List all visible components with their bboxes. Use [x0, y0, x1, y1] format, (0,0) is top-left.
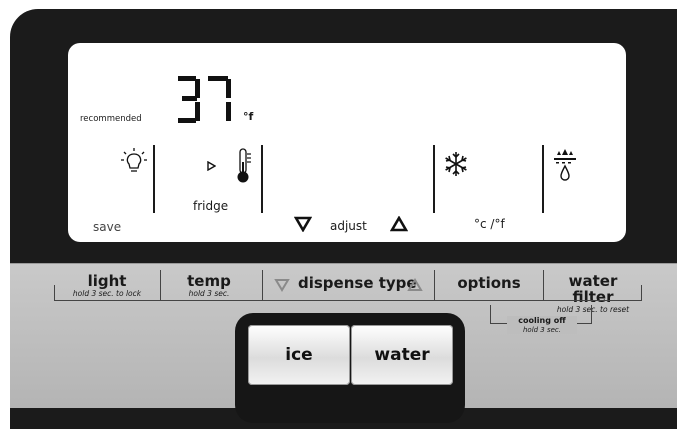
display-divider [261, 145, 263, 213]
water-button[interactable]: water [351, 325, 453, 385]
fridge-indicator-arrow-icon [207, 161, 216, 171]
recommended-label: recommended [80, 114, 142, 124]
thermometer-icon [237, 148, 251, 183]
cooling-off-combo[interactable]: cooling off hold 3 sec. [507, 316, 577, 334]
adjust-up-arrow-icon [390, 216, 408, 232]
snowflake-icon [445, 152, 467, 176]
fridge-label: fridge [193, 199, 229, 213]
temperature-digits [178, 76, 231, 123]
display-divider [153, 145, 155, 213]
light-bulb-icon [121, 148, 147, 172]
panel-bracket [54, 285, 642, 301]
ice-button[interactable]: ice [248, 325, 350, 385]
display-divider [433, 145, 435, 213]
display-divider [542, 145, 544, 213]
unit-toggle-label: °c /°f [474, 217, 505, 231]
cooling-off-hint: hold 3 sec. [522, 326, 562, 334]
temperature-unit: °f [243, 110, 254, 123]
adjust-label: adjust [330, 219, 367, 233]
adjust-down-arrow-icon [294, 216, 312, 232]
water-filter-icon [554, 149, 576, 181]
cooling-off-label: cooling off [518, 316, 566, 325]
save-label: save [93, 220, 122, 234]
